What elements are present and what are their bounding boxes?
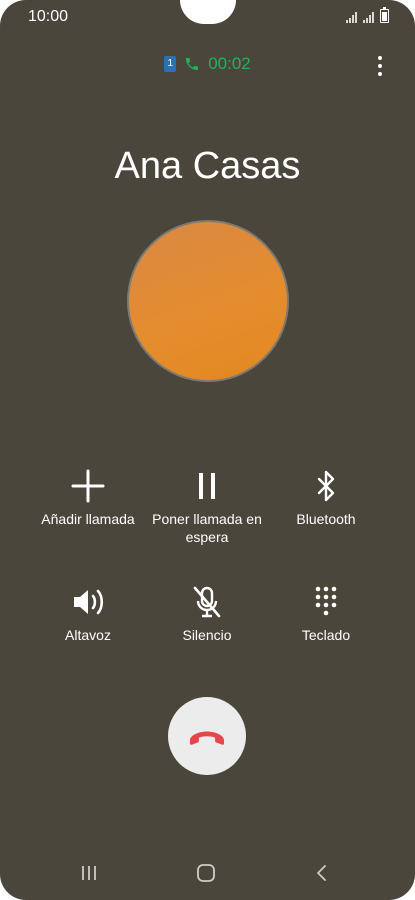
more-options-icon[interactable] <box>373 56 387 76</box>
keypad-icon <box>308 584 344 620</box>
mic-off-icon <box>189 584 225 620</box>
bluetooth-icon <box>308 468 344 504</box>
call-screen: 10:00 1 00:02 Ana Casas Añadir llamada P… <box>0 0 415 900</box>
call-header: 1 00:02 <box>0 54 415 74</box>
status-time: 10:00 <box>28 8 69 25</box>
speaker-icon <box>70 584 106 620</box>
add-call-label: Añadir llamada <box>41 511 135 527</box>
mute-label: Silencio <box>182 627 232 643</box>
keypad-button[interactable]: Teclado <box>256 584 396 644</box>
end-call-button[interactable] <box>168 697 246 775</box>
signal-icon <box>346 11 357 23</box>
bluetooth-label: Bluetooth <box>296 511 356 527</box>
back-button[interactable] <box>307 860 337 886</box>
home-icon <box>197 864 215 882</box>
signal-icon <box>363 11 374 23</box>
contact-avatar <box>127 220 289 382</box>
end-call-icon <box>190 731 224 745</box>
add-icon <box>70 468 106 504</box>
status-icons <box>346 7 389 23</box>
camera-notch <box>180 0 236 24</box>
bluetooth-button[interactable]: Bluetooth <box>256 468 396 528</box>
keypad-label: Teclado <box>301 627 351 643</box>
phone-icon <box>186 58 199 70</box>
recents-icon <box>82 866 96 880</box>
pause-icon <box>189 468 225 504</box>
speaker-label: Altavoz <box>65 627 111 643</box>
recents-button[interactable] <box>74 860 104 886</box>
call-timer: 00:02 <box>208 54 251 73</box>
battery-icon <box>380 7 389 23</box>
contact-name: Ana Casas <box>114 145 301 187</box>
back-icon <box>317 865 326 881</box>
navigation-bar <box>0 850 415 896</box>
sim-icon: 1 <box>164 56 177 72</box>
home-button[interactable] <box>191 860 221 886</box>
